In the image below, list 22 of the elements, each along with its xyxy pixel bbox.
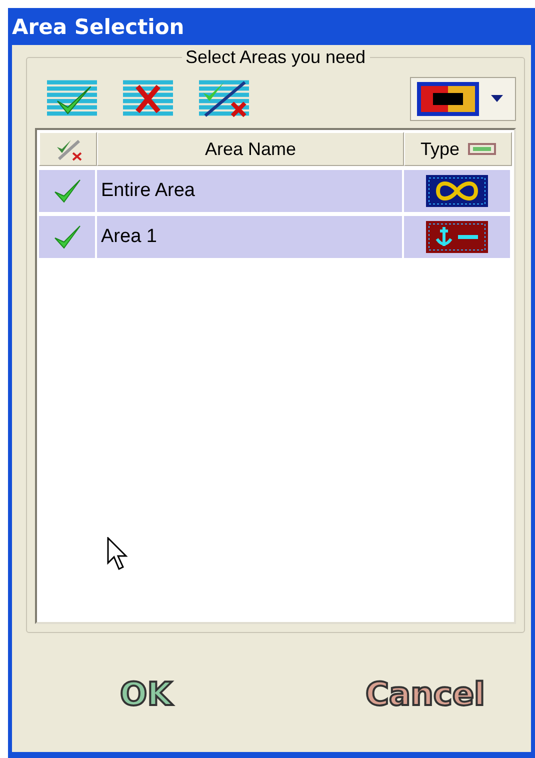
infinity-icon <box>426 175 488 207</box>
column-header[interactable] <box>39 132 97 166</box>
area-name-cell: Area 1 <box>97 216 404 258</box>
area-row[interactable]: Entire Area <box>39 170 512 212</box>
column-header[interactable]: Area Name <box>97 132 404 166</box>
column-label: Type <box>420 138 460 160</box>
area-type-icon <box>417 82 479 116</box>
area-row[interactable]: Area 1 <box>39 216 512 258</box>
anchor-icon <box>426 221 488 253</box>
caret-icon <box>491 95 503 103</box>
invert-selection-icon[interactable] <box>199 80 249 118</box>
check-icon[interactable] <box>53 178 81 204</box>
window-title: Area Selection <box>12 14 184 38</box>
group-legend: Select Areas you need <box>181 47 370 68</box>
width-icon <box>468 143 496 155</box>
deselect-all-icon[interactable] <box>123 80 173 118</box>
area-type-dropdown[interactable] <box>410 77 516 121</box>
area-name-cell: Entire Area <box>97 170 404 212</box>
column-header[interactable]: Type <box>404 132 512 166</box>
select-all-icon[interactable] <box>47 80 97 118</box>
cursor-icon <box>107 537 129 571</box>
check-icon[interactable] <box>53 224 81 250</box>
